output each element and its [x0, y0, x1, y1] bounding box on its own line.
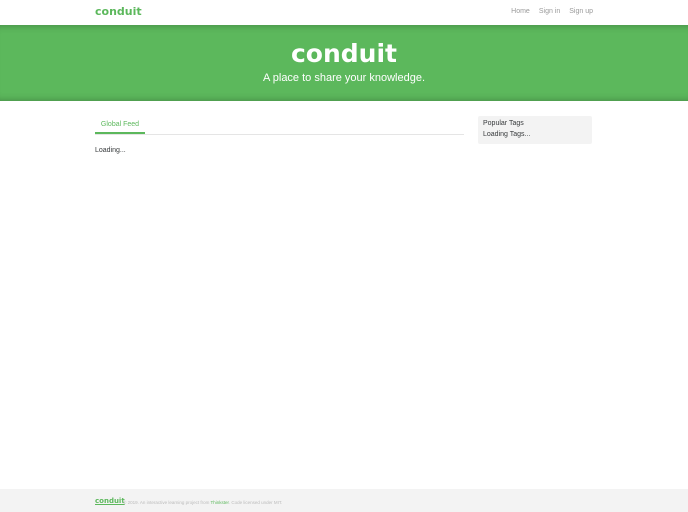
navbar: conduit Home Sign in Sign up	[0, 0, 688, 24]
thinkster-link[interactable]: Thinkster	[211, 500, 229, 505]
banner-subtitle: A place to share your knowledge.	[262, 72, 426, 84]
feed-loading-text: Loading...	[95, 147, 126, 154]
navbar-brand[interactable]: conduit	[95, 5, 142, 18]
feed-toggle: Global Feed	[95, 116, 464, 135]
footer-brand[interactable]: conduit	[95, 497, 125, 505]
attribution-prefix: © 2019. An interactive learning project …	[123, 500, 210, 505]
footer: conduit © 2019. An interactive learning …	[0, 489, 688, 512]
nav-link-sign-up[interactable]: Sign up	[569, 8, 593, 15]
nav-link-sign-in[interactable]: Sign in	[539, 8, 560, 15]
nav-link-home[interactable]: Home	[511, 8, 530, 15]
popular-tags-sidebar: Popular Tags Loading Tags...	[478, 116, 592, 144]
footer-attribution: © 2019. An interactive learning project …	[123, 500, 282, 505]
tags-loading-text: Loading Tags...	[483, 131, 531, 138]
banner-title: conduit	[290, 39, 397, 68]
nav-links: Home Sign in Sign up	[511, 8, 593, 15]
attribution-suffix: . Code licensed under MIT.	[228, 500, 283, 505]
tab-global-feed[interactable]: Global Feed	[95, 116, 145, 134]
hero-banner: conduit A place to share your knowledge.	[0, 25, 688, 101]
sidebar-title: Popular Tags	[483, 120, 524, 127]
